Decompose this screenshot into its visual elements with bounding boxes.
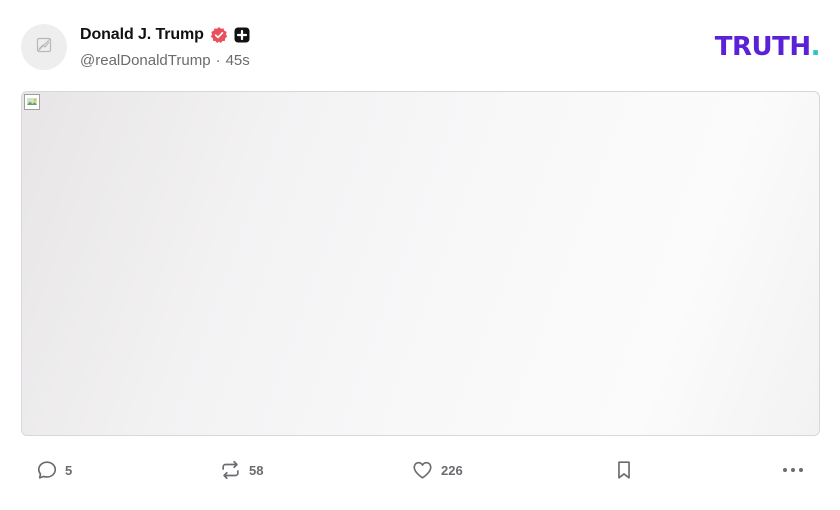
verified-check-icon [210, 26, 228, 44]
meta-separator: · [215, 52, 221, 69]
broken-image-icon [36, 37, 52, 58]
logo-text: TRUTH [714, 32, 811, 62]
truth-logo: TRUTH. [714, 32, 821, 62]
like-button[interactable]: 226 [411, 455, 463, 485]
repost-icon [219, 459, 242, 481]
repost-button[interactable]: 58 [219, 455, 263, 485]
author-row: Donald J. Trump [80, 24, 250, 46]
heart-icon [411, 459, 434, 481]
author-name[interactable]: Donald J. Trump [80, 26, 204, 44]
post-header: Donald J. Trump @realDonaldTrump · 45s T… [21, 24, 821, 74]
plus-square-icon [234, 27, 250, 43]
reply-button[interactable]: 5 [36, 455, 72, 485]
post-media[interactable] [21, 91, 820, 436]
author-handle[interactable]: @realDonaldTrump [80, 52, 211, 69]
post-actions-bar: 5 58 226 [0, 455, 840, 485]
logo-dot: . [810, 32, 821, 62]
repost-count: 58 [249, 462, 264, 478]
more-options-button[interactable] [781, 455, 805, 485]
bookmark-icon [613, 459, 635, 481]
avatar[interactable] [21, 24, 67, 70]
bookmark-button[interactable] [613, 455, 635, 485]
comment-bubble-icon [36, 459, 58, 481]
reply-count: 5 [65, 462, 73, 478]
author-subline: @realDonaldTrump · 45s [80, 52, 250, 69]
post-meta: Donald J. Trump @realDonaldTrump · 45s [80, 24, 250, 69]
more-horizontal-icon [781, 459, 805, 481]
like-count: 226 [441, 462, 463, 478]
broken-image-icon [24, 94, 40, 110]
post-timestamp[interactable]: 45s [226, 52, 250, 69]
